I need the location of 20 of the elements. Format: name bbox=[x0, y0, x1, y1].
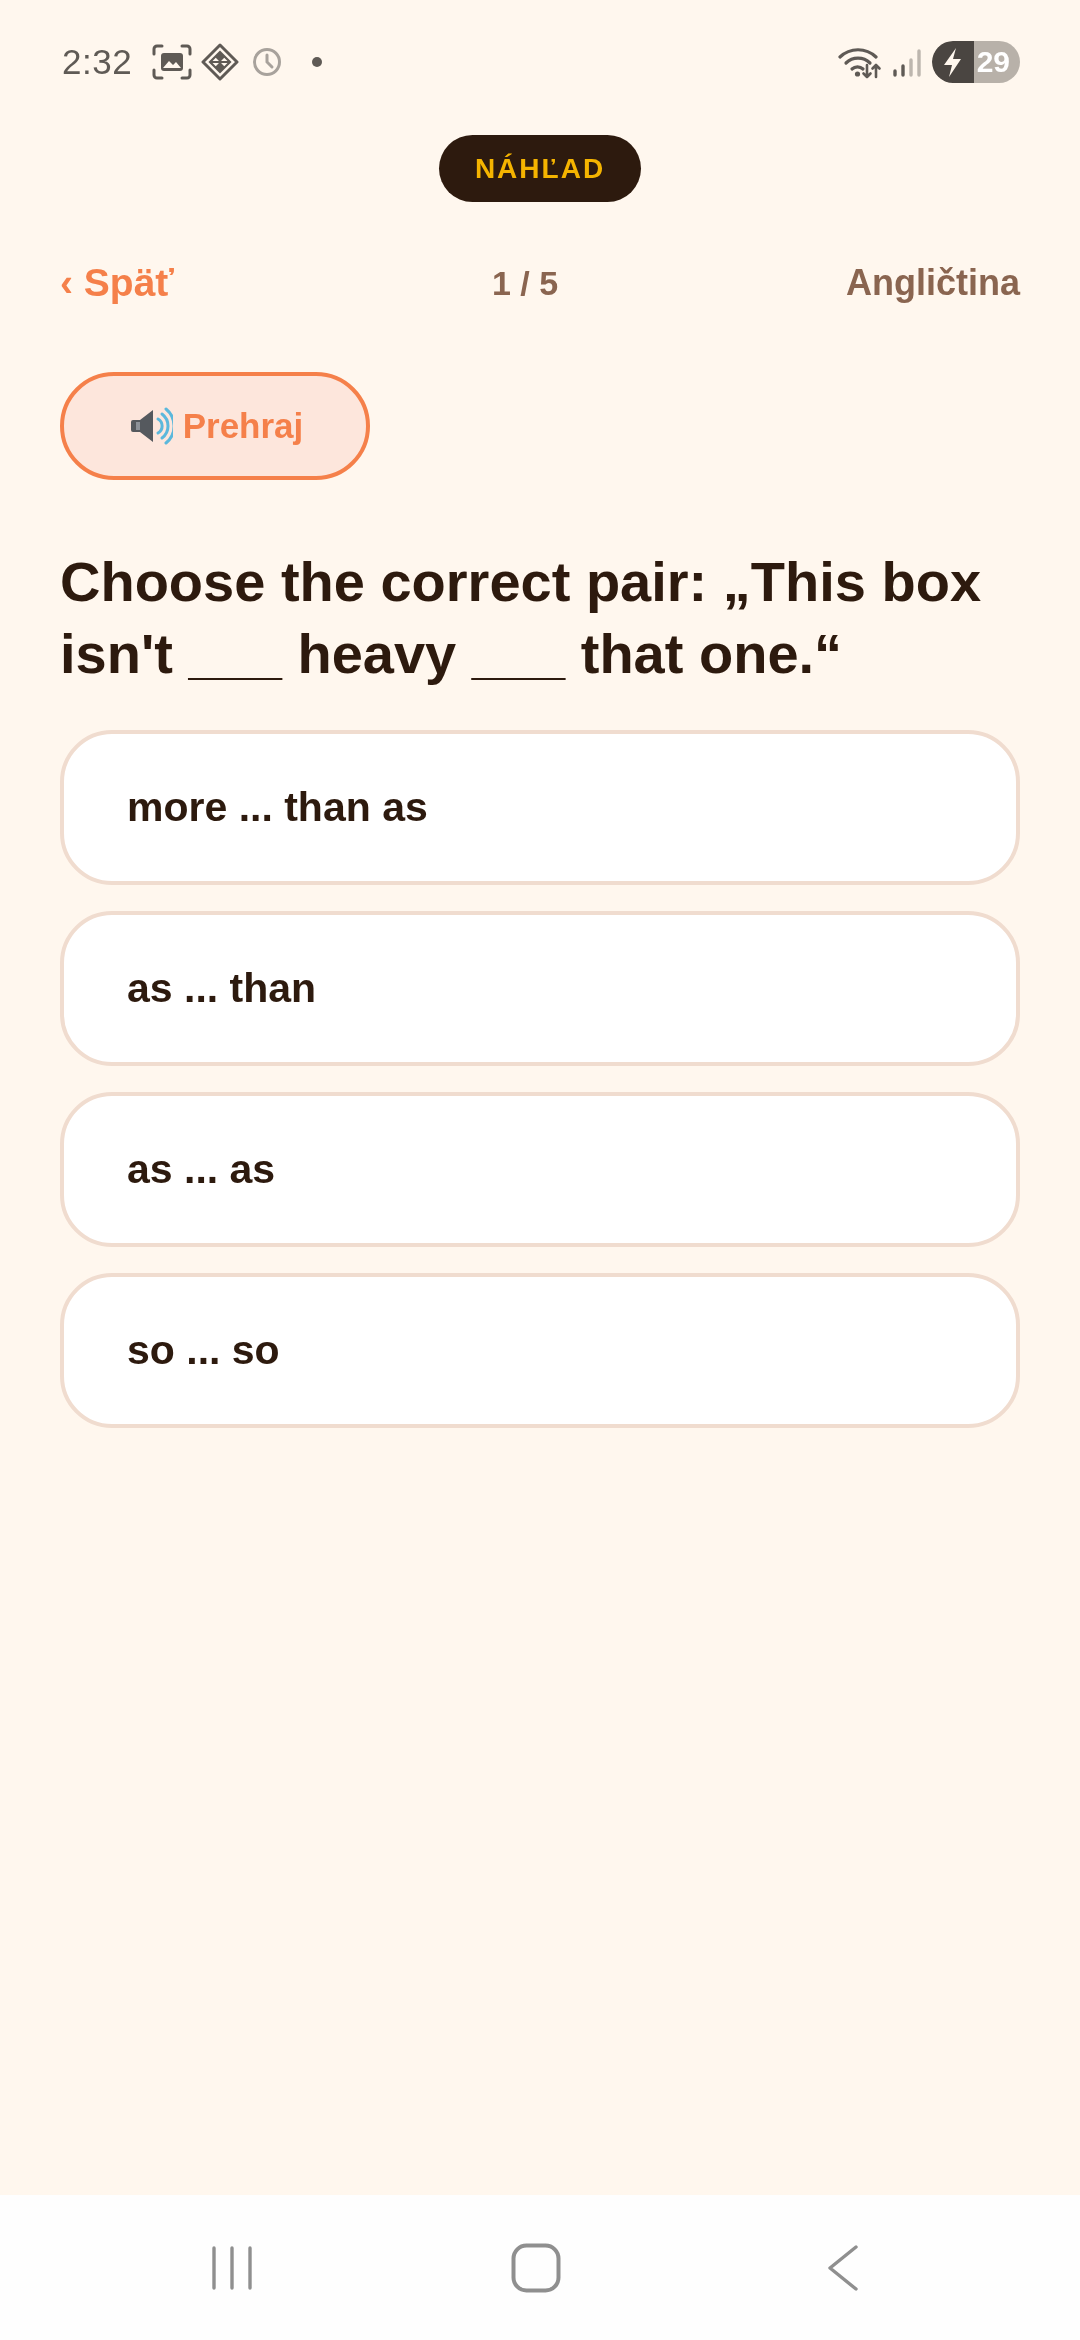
answer-option[interactable]: so ... so bbox=[60, 1273, 1020, 1428]
battery-level-text: 29 bbox=[975, 44, 1011, 80]
back-icon[interactable] bbox=[827, 2243, 859, 2292]
notification-dot-icon bbox=[312, 57, 323, 67]
answer-option[interactable]: as ... as bbox=[60, 1092, 1020, 1247]
clock-icon bbox=[252, 47, 283, 77]
wifi-icon bbox=[837, 45, 882, 79]
language-label: Angličtina bbox=[846, 262, 1020, 304]
answer-option[interactable]: as ... than bbox=[60, 911, 1020, 1066]
progress-counter: 1 / 5 bbox=[491, 263, 559, 303]
preview-badge: NÁHĽAD bbox=[438, 135, 642, 202]
signal-icon bbox=[891, 47, 922, 77]
charging-bolt-icon bbox=[931, 41, 974, 83]
status-time: 2:32 bbox=[62, 42, 133, 82]
home-icon[interactable] bbox=[511, 2242, 561, 2293]
screenshot-icon bbox=[152, 44, 193, 80]
question-text: Choose the correct pair: „This box isn't ___ heavy ___ that one.“ bbox=[60, 549, 983, 687]
recent-apps-icon[interactable] bbox=[211, 2244, 253, 2291]
answer-option[interactable]: more ... than as bbox=[60, 730, 1020, 885]
diamond-icon bbox=[201, 43, 240, 81]
